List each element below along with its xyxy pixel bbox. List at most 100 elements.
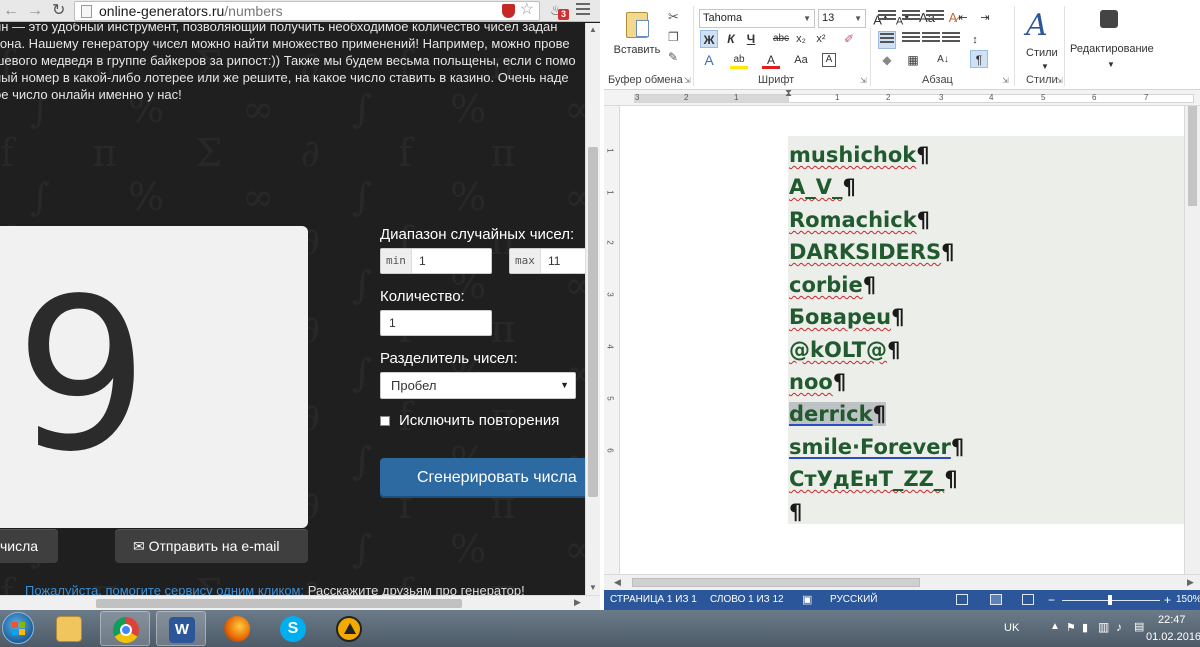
keyboard-language[interactable]: UK [1004, 622, 1019, 634]
word-count[interactable]: СЛОВО 1 ИЗ 12 [710, 590, 784, 610]
zoom-level[interactable]: 150% [1176, 590, 1200, 610]
print-layout-icon[interactable] [990, 594, 1002, 605]
multilevel-list-icon[interactable] [926, 10, 944, 24]
proofing-icon[interactable]: ▣ [802, 590, 812, 610]
format-painter-icon[interactable]: ✎ [668, 50, 678, 64]
strikethrough-button[interactable]: abc [772, 30, 790, 48]
font-color-button[interactable]: A [762, 51, 780, 69]
document-line[interactable]: A_V_¶ [789, 174, 856, 200]
document-line[interactable]: noo¶ [789, 369, 846, 395]
device-icon[interactable]: ▮ [1082, 621, 1088, 634]
document-line[interactable]: ¶ [789, 499, 802, 525]
binoculars-icon[interactable] [1100, 10, 1118, 28]
document-line[interactable]: mushichok¶ [789, 142, 930, 168]
underline-button[interactable]: Ч [742, 30, 760, 48]
taskbar-aimp[interactable] [324, 611, 374, 646]
scroll-right-icon[interactable]: ▶ [1187, 577, 1194, 588]
max-input[interactable]: max 11 [509, 248, 585, 274]
text-effects-button[interactable]: A [700, 51, 718, 69]
tray-flag-icon[interactable]: ▲ [1050, 621, 1060, 632]
bookmark-star-icon[interactable]: ☆ [520, 1, 534, 19]
zoom-out-icon[interactable]: − [1048, 590, 1055, 610]
zoom-slider-thumb[interactable] [1108, 595, 1112, 605]
copy-numbers-button[interactable]: числа [0, 529, 58, 563]
scroll-left-icon[interactable]: ◀ [614, 577, 621, 588]
superscript-button[interactable]: x² [812, 30, 830, 48]
forward-icon[interactable]: → [27, 2, 43, 20]
tray-icon[interactable]: ▤ [1134, 620, 1144, 633]
taskbar-chrome[interactable] [100, 611, 150, 646]
scrollbar-thumb[interactable] [588, 147, 598, 497]
taskbar-skype[interactable]: S [268, 611, 318, 646]
align-center-icon[interactable] [902, 32, 920, 46]
read-mode-icon[interactable] [956, 594, 968, 605]
web-layout-icon[interactable] [1022, 594, 1034, 605]
help-link[interactable]: Пожалуйста, помогите сервису одним клико… [25, 583, 304, 595]
document-line[interactable]: DARKSIDERS¶ [789, 239, 955, 265]
action-center-icon[interactable]: ⚑ [1066, 621, 1076, 634]
volume-icon[interactable]: ♪ [1116, 620, 1122, 634]
styles-icon[interactable]: A [1026, 8, 1048, 43]
highlight-button[interactable]: ab [730, 51, 748, 69]
no-repeat-option[interactable]: Исключить повторения [380, 412, 559, 430]
scroll-up-icon[interactable]: ▲ [589, 25, 597, 34]
taskbar-firefox[interactable] [212, 611, 262, 646]
numbering-icon[interactable] [902, 10, 920, 24]
text-effects-eraser-icon[interactable]: ✐ [840, 30, 858, 48]
menu-icon[interactable] [576, 3, 590, 17]
align-right-icon[interactable] [922, 32, 940, 46]
sort-icon[interactable]: A↓ [934, 51, 952, 69]
start-button[interactable] [2, 612, 34, 644]
send-email-button[interactable]: ✉ Отправить на e-mail [115, 529, 308, 563]
clock-time[interactable]: 22:47 [1158, 614, 1186, 626]
paste-button[interactable]: Вставить [610, 8, 664, 68]
zoom-in-icon[interactable]: + [1164, 590, 1171, 610]
document-line[interactable]: derrick¶ [789, 401, 886, 427]
change-case-button[interactable]: Aa [792, 51, 810, 69]
document-line[interactable]: corbie¶ [789, 272, 876, 298]
bold-button[interactable]: Ж [700, 30, 718, 48]
document-horizontal-scrollbar[interactable]: ◀ ▶ [604, 574, 1200, 590]
increase-indent-icon[interactable]: ⇥ [976, 9, 994, 27]
dialog-launcher-icon[interactable]: ⇲ [1002, 76, 1009, 85]
document-line[interactable]: Бовареu¶ [789, 304, 905, 330]
extension-button[interactable]: ♨ 3 [548, 2, 570, 20]
document-line[interactable]: @kOLT@¶ [789, 337, 900, 363]
page-count[interactable]: СТРАНИЦА 1 ИЗ 1 [610, 590, 697, 610]
show-formatting-button[interactable]: ¶ [970, 50, 988, 68]
taskbar-word[interactable]: W [156, 611, 206, 646]
shading-icon[interactable]: ◆ [878, 51, 896, 69]
decrease-indent-icon[interactable]: ⇤ [954, 9, 972, 27]
scrollbar-thumb[interactable] [632, 578, 920, 587]
scroll-down-icon[interactable]: ▼ [589, 583, 597, 592]
back-icon[interactable]: ← [3, 2, 19, 20]
reload-icon[interactable]: ↻ [52, 2, 65, 20]
document-page[interactable]: mushichok¶ A_V_¶ Romachick¶ DARKSIDERS¶ … [620, 106, 1200, 574]
min-input[interactable]: min 1 [380, 248, 492, 274]
browser-vertical-scrollbar[interactable]: ▲ ▼ [585, 23, 600, 595]
taskbar-explorer[interactable] [44, 611, 94, 646]
subscript-button[interactable]: x₂ [792, 30, 810, 48]
document-line[interactable]: smile·Forever¶ [789, 434, 964, 460]
count-input[interactable]: 1 [380, 310, 492, 336]
security-shield-icon[interactable] [502, 4, 515, 18]
language-indicator[interactable]: РУССКИЙ [830, 590, 877, 610]
scrollbar-thumb[interactable] [96, 599, 462, 608]
justify-icon[interactable] [942, 32, 960, 46]
no-repeat-checkbox[interactable] [380, 416, 390, 426]
scrollbar-thumb[interactable] [1188, 106, 1197, 206]
cut-icon[interactable]: ✂ [668, 9, 679, 25]
dialog-launcher-icon[interactable]: ⇲ [1056, 76, 1063, 85]
browser-horizontal-scrollbar[interactable]: ▶ [0, 595, 600, 610]
document-line[interactable]: СтУдЕнТ_ZZ_¶ [789, 466, 958, 492]
generate-button[interactable]: Сгенерировать числа [380, 458, 585, 498]
dialog-launcher-icon[interactable]: ⇲ [860, 76, 867, 85]
document-vertical-scrollbar[interactable] [1184, 106, 1200, 574]
clock-date[interactable]: 01.02.2016 [1146, 631, 1200, 643]
document-line[interactable]: Romachick¶ [789, 207, 930, 233]
dialog-launcher-icon[interactable]: ⇲ [684, 76, 691, 85]
borders-icon[interactable]: ▦ [904, 51, 922, 69]
separator-select[interactable]: Пробел ▼ [380, 372, 576, 399]
indent-marker-icon[interactable]: ⧗ [785, 88, 792, 99]
line-spacing-icon[interactable]: ↕ [966, 31, 984, 49]
